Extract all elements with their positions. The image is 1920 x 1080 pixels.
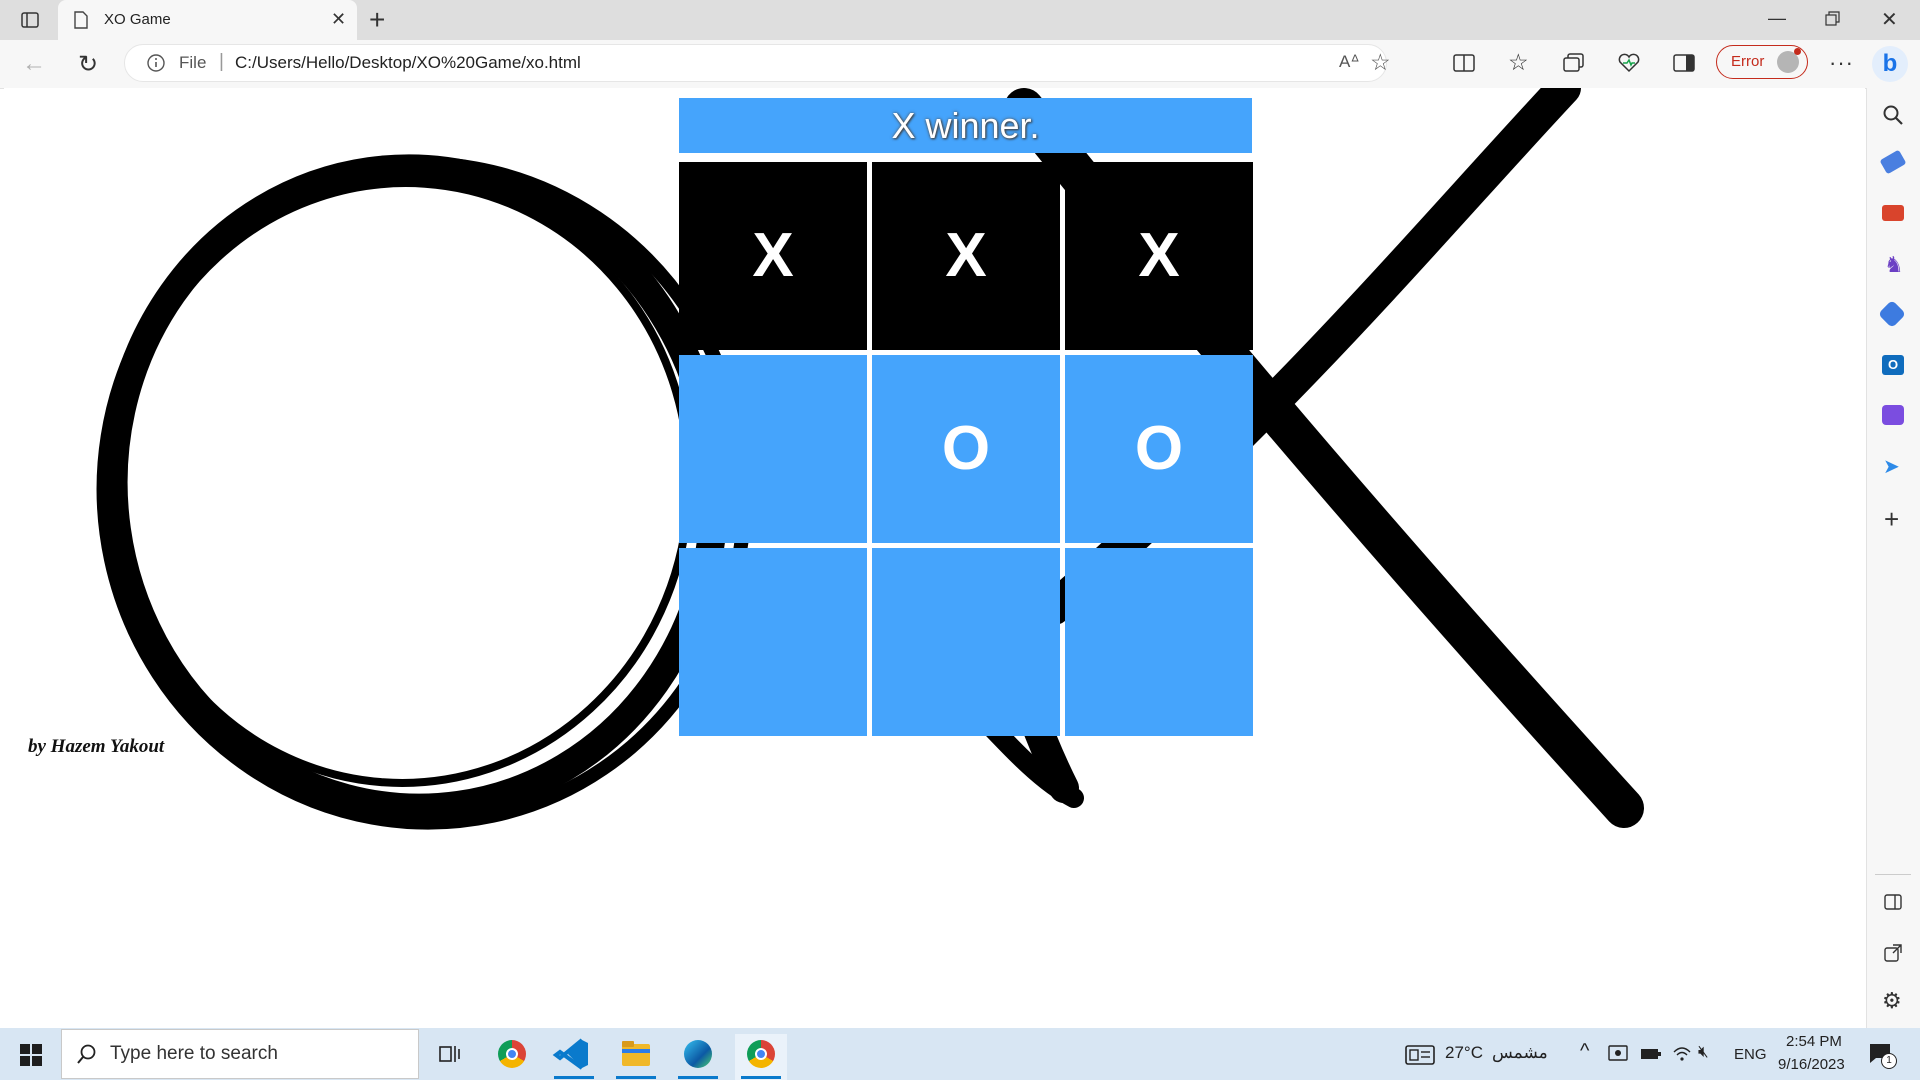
refresh-icon[interactable]: ↻ [78, 50, 98, 79]
read-aloud-icon[interactable]: Aᐞ [1339, 52, 1360, 72]
address-bar[interactable]: File | C:/Users/Hello/Desktop/XO%20Game/… [124, 44, 1391, 82]
error-dot-icon [1794, 48, 1801, 55]
board-cell-2-3[interactable]: O [1065, 355, 1253, 543]
notification-center-icon[interactable]: 1 [1868, 1042, 1897, 1071]
bing-chat-icon[interactable]: b [1872, 46, 1908, 82]
url-separator: | [219, 51, 224, 72]
game-board: X X X O O [679, 162, 1253, 736]
profile-error-button[interactable]: Error [1716, 45, 1808, 79]
board-cell-3-1[interactable] [679, 548, 867, 736]
browser-tab[interactable]: XO Game ✕ [58, 0, 357, 40]
board-cell-2-2[interactable]: O [872, 355, 1060, 543]
taskbar-search-box[interactable]: Type here to search [61, 1029, 419, 1079]
weather-condition[interactable]: مشمس [1492, 1043, 1548, 1063]
sidebar-toggle-icon[interactable] [1673, 53, 1695, 78]
tools-briefcase-icon[interactable] [1882, 205, 1904, 221]
chrome-active-taskbar-icon[interactable] [735, 1034, 787, 1080]
weather-icon[interactable] [1405, 1045, 1435, 1070]
windows-taskbar: Type here to search 27°C مشمس ^ 🔇︎ ENG 2… [0, 1028, 1920, 1080]
chrome-taskbar-icon[interactable] [498, 1040, 526, 1068]
back-arrow-icon[interactable]: ← [22, 50, 46, 78]
author-credit: by Hazem Yakout [28, 736, 165, 757]
page-content: X winner. X X X O O by Hazem Yakout [4, 88, 1865, 1028]
windows-start-icon[interactable] [20, 1044, 42, 1071]
battery-icon[interactable] [1640, 1047, 1662, 1066]
favorites-icon[interactable]: ☆ [1508, 49, 1529, 76]
sidebar-divider [1875, 874, 1911, 875]
more-options-icon[interactable]: ··· [1829, 50, 1854, 76]
clock-time[interactable]: 2:54 PM [1786, 1033, 1842, 1050]
volume-muted-icon[interactable]: 🔇︎ [1698, 1042, 1709, 1062]
input-language[interactable]: ENG [1734, 1046, 1767, 1063]
tab-actions-icon[interactable] [20, 10, 40, 30]
weather-temperature[interactable]: 27°C [1445, 1043, 1483, 1063]
add-sidebar-icon[interactable]: + [1884, 504, 1899, 535]
board-cell-3-2[interactable] [872, 548, 1060, 736]
game-status-banner: X winner. [679, 98, 1252, 153]
search-icon[interactable] [1882, 104, 1904, 131]
board-cell-2-1[interactable] [679, 355, 867, 543]
vscode-taskbar-icon[interactable] [548, 1034, 600, 1080]
restore-button[interactable] [1825, 11, 1841, 32]
minimize-button[interactable]: — [1768, 8, 1786, 29]
games-chess-icon[interactable]: ♞ [1884, 252, 1904, 278]
defender-icon[interactable] [1608, 1044, 1628, 1069]
board-cell-1-1[interactable]: X [679, 162, 867, 350]
designer-icon[interactable] [1882, 405, 1904, 425]
collections-icon[interactable] [1563, 53, 1585, 78]
url-scheme: File [179, 53, 207, 72]
page-icon [74, 11, 88, 34]
shopping-tag-icon[interactable] [1879, 149, 1907, 175]
favorite-star-icon[interactable]: ☆ [1370, 49, 1391, 76]
wifi-icon[interactable] [1672, 1044, 1692, 1067]
hide-sidebar-icon[interactable] [1884, 894, 1902, 915]
split-screen-icon[interactable] [1453, 53, 1475, 78]
browser-essentials-icon[interactable] [1618, 53, 1640, 78]
task-view-icon[interactable] [438, 1043, 462, 1070]
close-window-button[interactable]: ✕ [1881, 7, 1898, 32]
error-label: Error [1731, 53, 1765, 70]
edge-sidebar: ♞ O ➤ + ⚙ [1866, 88, 1920, 1028]
search-placeholder: Type here to search [110, 1043, 278, 1064]
url-text[interactable]: C:/Users/Hello/Desktop/XO%20Game/xo.html [235, 53, 581, 73]
settings-gear-icon[interactable]: ⚙ [1882, 988, 1902, 1014]
edge-taskbar-icon[interactable] [672, 1034, 724, 1080]
drop-send-icon[interactable]: ➤ [1883, 454, 1900, 479]
search-icon [76, 1043, 98, 1070]
file-explorer-icon[interactable] [610, 1034, 662, 1080]
new-tab-button[interactable]: + [369, 4, 385, 36]
tab-title: XO Game [104, 11, 171, 28]
board-cell-1-2[interactable]: X [872, 162, 1060, 350]
tab-close-icon[interactable]: ✕ [331, 9, 346, 30]
board-cell-1-3[interactable]: X [1065, 162, 1253, 350]
notification-count: 1 [1881, 1053, 1897, 1069]
info-icon[interactable] [146, 53, 166, 78]
show-hidden-icons-chevron-icon[interactable]: ^ [1580, 1040, 1589, 1063]
microsoft365-icon[interactable] [1877, 299, 1907, 329]
clock-date[interactable]: 9/16/2023 [1778, 1056, 1845, 1073]
board-cell-3-3[interactable] [1065, 548, 1253, 736]
external-link-icon[interactable] [1884, 944, 1902, 967]
outlook-icon[interactable]: O [1882, 355, 1904, 375]
